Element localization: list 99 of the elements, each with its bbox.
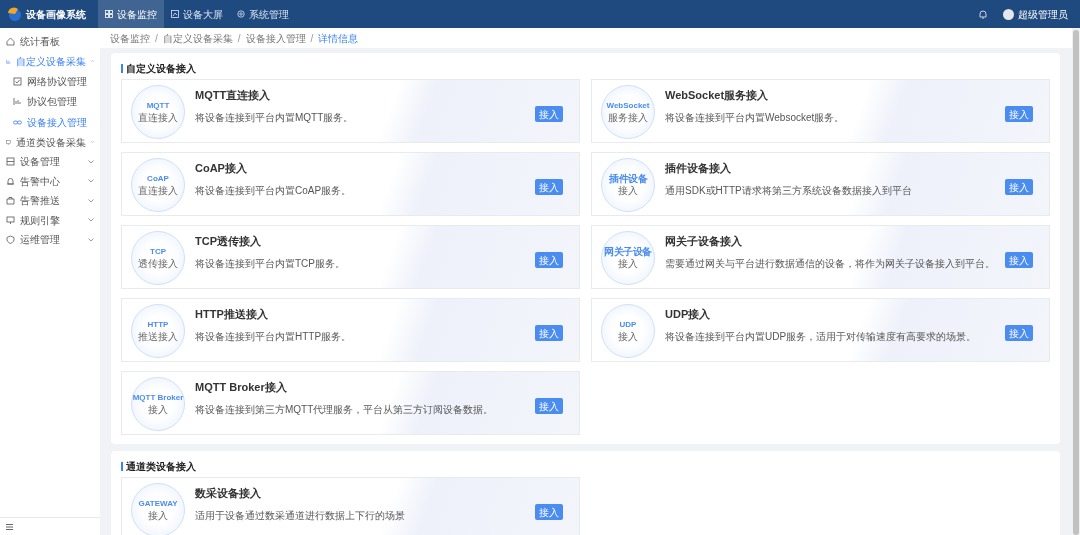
badge-subtitle: 接入 [618,258,638,270]
badge-subtitle: 直连接入 [138,112,178,124]
sidebar-subitem[interactable]: 设备接入管理 [0,112,100,133]
badge-title: WebSocket [606,100,650,112]
badge-title: HTTP [147,319,169,331]
scrollbar[interactable] [1072,28,1080,535]
connect-button[interactable]: 接入 [535,398,563,414]
chevron-down-icon [88,198,94,203]
connect-button[interactable]: 接入 [1005,179,1033,195]
connect-button[interactable]: 接入 [1005,106,1033,122]
connect-button[interactable]: 接入 [535,179,563,195]
menu-icon[interactable] [6,523,13,530]
sidebar-item[interactable]: 规则引擎 [0,210,100,230]
card-description: 通用SDK或HTTP请求将第三方系统设备数据接入到平台 [665,183,913,198]
link-icon [13,117,22,127]
badge-title: MQTT Broker [132,392,184,404]
sidebar-item[interactable]: 告警推送 [0,191,100,211]
title-marker [121,461,123,471]
sidebar-subitem[interactable]: 协议包管理 [0,91,100,112]
grid-icon [105,10,113,18]
screen-icon [6,215,15,225]
badge-title: 网关子设备 [604,246,652,258]
chevron-down-icon [88,237,94,242]
sidebar-item[interactable]: 统计看板 [0,32,100,52]
section-title: 自定义设备接入 [126,61,196,76]
card-title: MQTT直连接入 [195,88,272,103]
card-title: HTTP推送接入 [195,307,269,322]
sidebar-item[interactable]: 设备管理 [0,152,100,172]
sidebar-item[interactable]: 自定义设备采集 [0,51,100,71]
breadcrumb-link[interactable]: 设备接入管理 [245,30,306,46]
nav-tab[interactable]: 设备监控 [98,0,164,28]
card-description: 需要通过网关与平台进行数据通信的设备，将作为网关子设备接入到平台。 [665,256,996,271]
sidebar-item[interactable]: 告警中心 [0,171,100,191]
avatar[interactable] [1003,8,1014,20]
card-title: CoAP接入 [195,161,248,176]
nav-tab[interactable]: 系统管理 [230,0,296,28]
badge-title: 插件设备 [609,173,647,185]
breadcrumb-separator: / [237,31,241,46]
badge-title: GATEWAY [138,498,178,510]
breadcrumb-link[interactable]: 自定义设备采集 [162,30,233,46]
bar-chart-icon [13,97,22,107]
badge-title: CoAP [147,173,169,185]
card-description: 将设备连接到第三方MQTT代理服务，平台从第三方订阅设备数据。 [195,402,495,417]
badge-subtitle: 推送接入 [138,331,178,343]
card-description: 将设备连接到平台内置HTTP服务。 [195,329,353,344]
card-title: 插件设备接入 [665,161,732,176]
connect-button[interactable]: 接入 [1005,325,1033,341]
chevron-down-icon [88,179,94,184]
logo-icon [6,6,22,22]
badge-subtitle: 服务接入 [608,112,648,124]
bell-icon[interactable] [979,9,987,19]
shield-icon [6,235,15,245]
badge-subtitle: 接入 [618,331,638,343]
nav-tab[interactable]: 设备大屏 [164,0,230,28]
app-title: 设备画像系统 [26,7,86,22]
sidebar-subitem[interactable]: 网络协议管理 [0,71,100,92]
sidebar-item[interactable]: 运维管理 [0,230,100,250]
badge-title: UDP [619,319,637,331]
bell-icon [6,176,15,186]
card-description: 将设备连接到平台内置MQTT服务。 [195,110,355,125]
list-icon [6,157,15,167]
title-marker [121,63,123,73]
card-description: 适用于设备通过数采通道进行数据上下行的场景 [195,508,406,523]
card-description: 将设备连接到平台内置Websocket服务。 [665,110,846,125]
card-title: TCP透传接入 [195,234,262,249]
card-title: UDP接入 [665,307,712,322]
connect-button[interactable]: 接入 [535,504,563,520]
card-description: 将设备连接到平台内置UDP服务，适用于对传输速度有高要求的场景。 [665,329,978,344]
home-icon [6,37,15,47]
connect-button[interactable]: 接入 [535,252,563,268]
connect-button[interactable]: 接入 [1005,252,1033,268]
badge-subtitle: 透传接入 [138,258,178,270]
badge-subtitle: 接入 [148,510,168,522]
card-title: 网关子设备接入 [665,234,743,249]
badge-subtitle: 接入 [148,404,168,416]
breadcrumb-link[interactable]: 设备监控 [110,30,150,46]
card-description: 将设备连接到平台内置TCP服务。 [195,256,346,271]
badge-subtitle: 直连接入 [138,185,178,197]
breadcrumb-separator: / [155,31,158,46]
card-title: MQTT Broker接入 [195,380,288,395]
user-name[interactable]: 超级管理员 [1018,6,1068,22]
badge-title: TCP [150,246,166,258]
monitor-icon [6,137,11,147]
breadcrumb-separator: / [310,31,314,46]
badge-subtitle: 接入 [618,185,638,197]
connect-button[interactable]: 接入 [535,106,563,122]
chevron-down-icon [88,218,94,223]
checkbox-icon [13,76,22,86]
card-description: 将设备连接到平台内置CoAP服务。 [195,183,353,198]
section-title: 通道类设备接入 [126,459,196,474]
connect-button[interactable]: 接入 [535,325,563,341]
inbox-icon [6,196,15,206]
card-title: 数采设备接入 [195,486,262,501]
sidebar-item[interactable]: 通道类设备采集 [0,132,100,152]
chart-icon [171,10,179,18]
badge-title: MQTT [146,100,170,112]
gear-icon [237,10,245,18]
card-title: WebSocket服务接入 [665,88,770,103]
chevron-down-icon [88,159,94,164]
